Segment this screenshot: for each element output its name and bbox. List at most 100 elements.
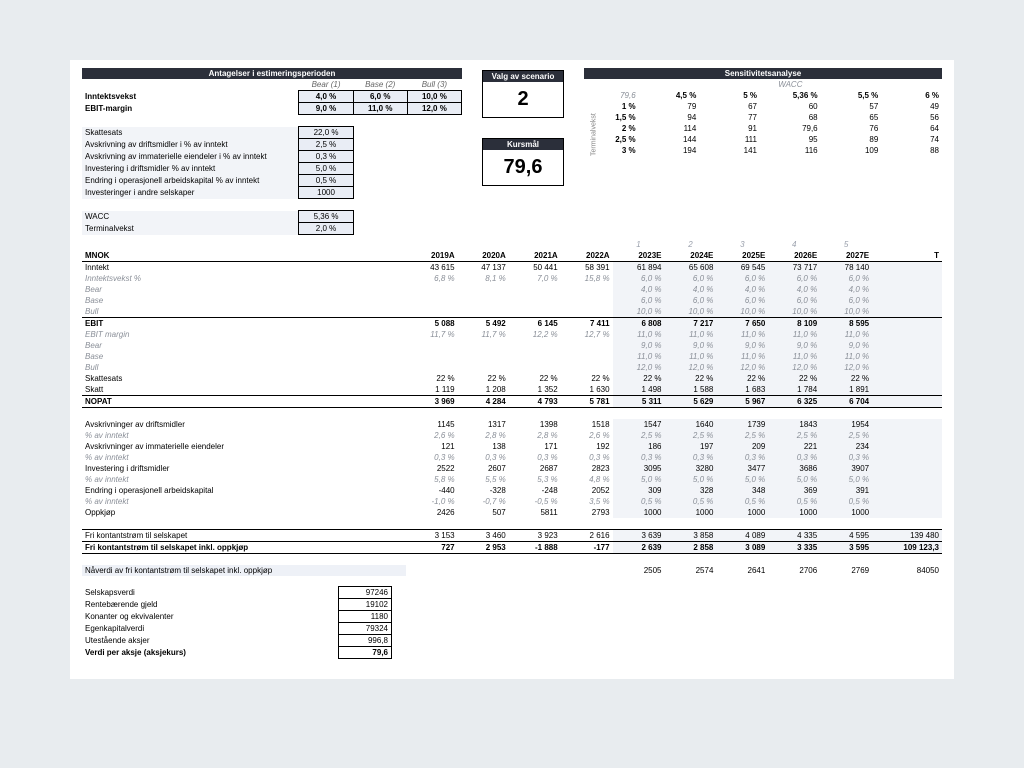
model-cell: 11,0 % [820, 329, 872, 340]
dep-intang-input[interactable]: 0,3 % [299, 151, 353, 163]
nwc-input[interactable]: 0,5 % [299, 175, 353, 187]
model-cell: 69 545 [716, 262, 768, 274]
forecast-index: 1 [613, 239, 665, 250]
sens-corner: 79,6 [604, 90, 639, 101]
model-cell: 8 109 [768, 318, 820, 330]
tg-input[interactable]: 2,0 % [299, 223, 353, 235]
model-cell: 12,0 % [820, 362, 872, 373]
model-cell: 5 311 [613, 396, 665, 408]
model-cell: 11,7 % [458, 329, 509, 340]
tax-input[interactable]: 22,0 % [299, 127, 353, 139]
model-cell: 11,0 % [768, 329, 820, 340]
model-cell: 2,5 % [768, 430, 820, 441]
model-cell: 1 784 [768, 384, 820, 396]
model-cell: 5 088 [406, 318, 457, 330]
row-label: Bull [82, 306, 406, 318]
model-cell: -440 [406, 485, 457, 496]
sens-cell: 109 [821, 145, 882, 156]
terminal-cell [872, 474, 942, 485]
model-cell: -1,0 % [406, 496, 457, 507]
model-cell: 3,5 % [561, 496, 613, 507]
row-label: Inntektsvekst % [82, 273, 406, 284]
year-header: 2025E [716, 250, 768, 262]
rev-growth-base[interactable]: 6,0 % [353, 91, 407, 103]
sensitivity-title: Sensitivitetsanalyse [584, 68, 942, 79]
model-cell: 0,5 % [664, 496, 716, 507]
model-cell: 2,5 % [613, 430, 665, 441]
model-cell: 5 967 [716, 396, 768, 408]
row-label: Bear [82, 284, 406, 295]
ebit-margin-bull[interactable]: 12,0 % [407, 103, 461, 115]
model-cell: 9,0 % [768, 340, 820, 351]
model-cell: 5811 [509, 507, 561, 518]
model-cell: 1000 [820, 507, 872, 518]
model-cell: 10,0 % [613, 306, 665, 318]
acq-input[interactable]: 1000 [299, 187, 353, 199]
tg-label: Terminalvekst [82, 223, 299, 235]
row-label: Skattesats [82, 373, 406, 384]
debt-value: 19102 [339, 599, 392, 611]
model-cell: 6,0 % [664, 295, 716, 306]
col-bull: Bull (3) [407, 79, 461, 91]
assumptions-title: Antagelser i estimeringsperioden [82, 68, 462, 79]
sens-cell: 68 [760, 112, 821, 123]
model-cell: 12,2 % [509, 329, 561, 340]
model-cell [406, 565, 457, 576]
model-cell [509, 306, 561, 318]
model-cell: 1 683 [716, 384, 768, 396]
sens-cell: 79 [639, 101, 700, 112]
model-cell: 9,0 % [716, 340, 768, 351]
rev-growth-bear[interactable]: 4,0 % [299, 91, 353, 103]
price-label: Verdi per aksje (aksjekurs) [82, 647, 339, 659]
model-cell: 6,0 % [613, 295, 665, 306]
dep-tang-input[interactable]: 2,5 % [299, 139, 353, 151]
model-cell [509, 284, 561, 295]
model-cell: 2,8 % [509, 430, 561, 441]
model-cell [561, 284, 613, 295]
model-cell: 6,0 % [768, 273, 820, 284]
forecast-index: 2 [664, 239, 716, 250]
wacc-input[interactable]: 5,36 % [299, 211, 353, 223]
model-cell: 6,0 % [820, 295, 872, 306]
model-cell [458, 284, 509, 295]
model-cell: 5,0 % [820, 474, 872, 485]
model-cell: 0,5 % [768, 496, 820, 507]
ebit-margin-bear[interactable]: 9,0 % [299, 103, 353, 115]
model-cell: 47 137 [458, 262, 509, 274]
capex-input[interactable]: 5,0 % [299, 163, 353, 175]
year-header: 2024E [664, 250, 716, 262]
model-cell: 4 089 [716, 530, 768, 542]
model-cell: 2,5 % [820, 430, 872, 441]
row-label: Inntekt [82, 262, 406, 274]
model-cell: 192 [561, 441, 613, 452]
spreadsheet-sheet: Antagelser i estimeringsperioden Bear (1… [70, 60, 954, 679]
terminal-cell [872, 340, 942, 351]
row-label: Nåverdi av fri kontantstrøm til selskape… [82, 565, 406, 576]
ebit-margin-base[interactable]: 11,0 % [353, 103, 407, 115]
model-cell: 5 629 [664, 396, 716, 408]
forecast-index: 4 [768, 239, 820, 250]
model-cell: 11,0 % [768, 351, 820, 362]
model-cell: 7 411 [561, 318, 613, 330]
scenario-value[interactable]: 2 [483, 82, 563, 117]
model-cell: 7 650 [716, 318, 768, 330]
terminal-cell [872, 329, 942, 340]
model-cell: 2687 [509, 463, 561, 474]
model-cell: 6,0 % [613, 273, 665, 284]
year-header: 2027E [820, 250, 872, 262]
model-cell: 2,6 % [406, 430, 457, 441]
sens-wacc-col: 5,5 % [821, 90, 882, 101]
shares-label: Utestående aksjer [82, 635, 339, 647]
model-cell: 0,3 % [664, 452, 716, 463]
model-cell: 197 [664, 441, 716, 452]
terminal-cell [872, 351, 942, 362]
model-cell: 73 717 [768, 262, 820, 274]
row-label: % av inntekt [82, 430, 406, 441]
rev-growth-bull[interactable]: 10,0 % [407, 91, 461, 103]
model-cell: 1843 [768, 419, 820, 430]
sens-cell: 89 [821, 134, 882, 145]
model-cell: 9,0 % [613, 340, 665, 351]
model-cell: 2505 [613, 565, 665, 576]
model-cell: 11,0 % [716, 329, 768, 340]
model-cell: 4 335 [768, 530, 820, 542]
